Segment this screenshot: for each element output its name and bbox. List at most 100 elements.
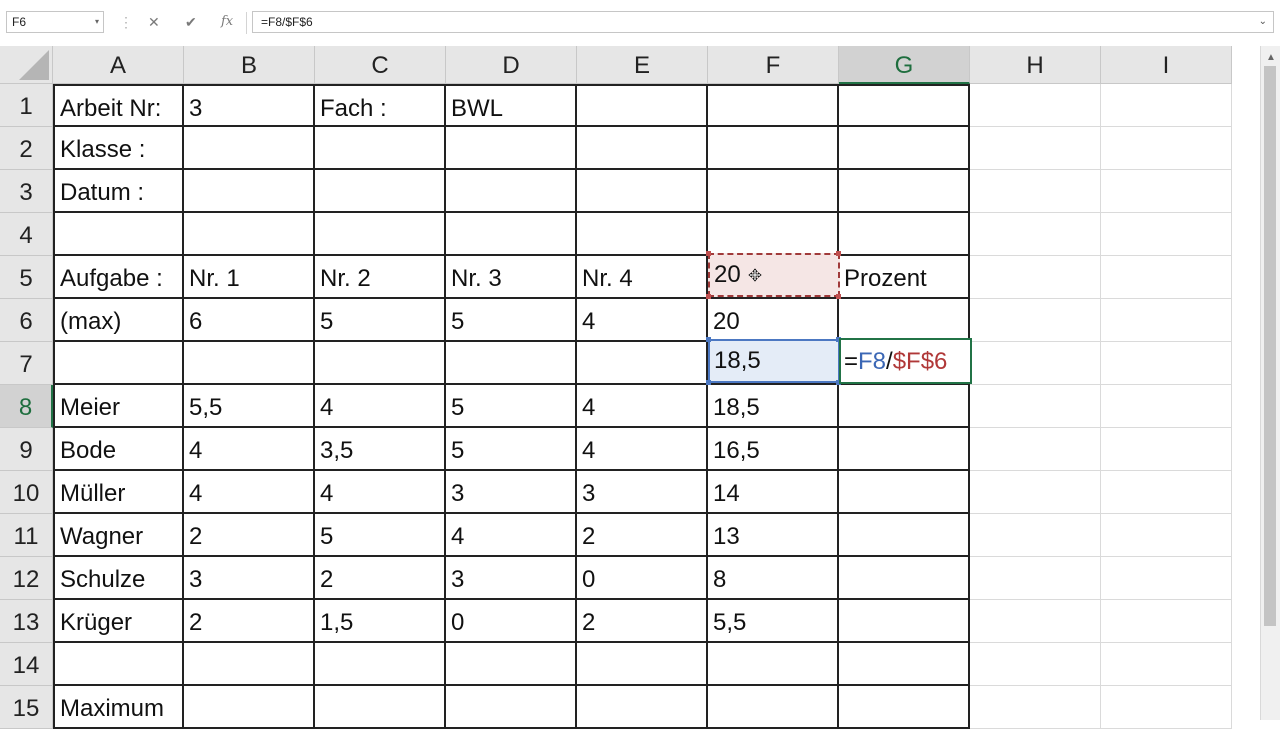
cell-b4[interactable]	[184, 213, 315, 256]
cell-b10[interactable]: 4	[184, 471, 315, 514]
column-header-c[interactable]: C	[315, 46, 446, 84]
cell-b13[interactable]: 2	[184, 600, 315, 643]
cell-g3[interactable]	[839, 170, 970, 213]
cell-h6[interactable]	[970, 299, 1101, 342]
cell-b6[interactable]: 6	[184, 299, 315, 342]
cell-e11[interactable]: 2	[577, 514, 708, 557]
cell-g4[interactable]	[839, 213, 970, 256]
column-header-e[interactable]: E	[577, 46, 708, 84]
cell-a4[interactable]	[53, 213, 184, 256]
cell-b5[interactable]: Nr. 1	[184, 256, 315, 299]
row-header-2[interactable]: 2	[0, 127, 53, 170]
cell-g12[interactable]	[839, 557, 970, 600]
cell-c10[interactable]: 4	[315, 471, 446, 514]
cell-h1[interactable]	[970, 84, 1101, 127]
cell-b2[interactable]	[184, 127, 315, 170]
cell-h14[interactable]	[970, 643, 1101, 686]
cell-i4[interactable]	[1101, 213, 1232, 256]
cell-c6[interactable]: 5	[315, 299, 446, 342]
row-header-13[interactable]: 13	[0, 600, 53, 643]
range-handle[interactable]	[836, 294, 841, 299]
cell-f10[interactable]: 14	[708, 471, 839, 514]
cell-a12[interactable]: Schulze	[53, 557, 184, 600]
cell-i6[interactable]	[1101, 299, 1232, 342]
row-header-10[interactable]: 10	[0, 471, 53, 514]
cell-i14[interactable]	[1101, 643, 1232, 686]
cell-h11[interactable]	[970, 514, 1101, 557]
cell-d7[interactable]	[446, 342, 577, 385]
row-header-3[interactable]: 3	[0, 170, 53, 213]
cell-h5[interactable]	[970, 256, 1101, 299]
select-all-corner[interactable]	[0, 46, 53, 84]
cell-h4[interactable]	[970, 213, 1101, 256]
cell-h7[interactable]	[970, 342, 1101, 385]
scrollbar-thumb[interactable]	[1264, 66, 1276, 626]
scroll-up-arrow-icon[interactable]: ▲	[1266, 52, 1276, 63]
cancel-icon[interactable]: ✕	[148, 13, 160, 31]
cell-i15[interactable]	[1101, 686, 1232, 729]
enter-icon[interactable]: ✔	[185, 13, 197, 31]
row-header-9[interactable]: 9	[0, 428, 53, 471]
cell-a13[interactable]: Krüger	[53, 600, 184, 643]
cell-b1[interactable]: 3	[184, 84, 315, 127]
cell-e4[interactable]	[577, 213, 708, 256]
range-handle[interactable]	[836, 251, 841, 256]
expand-formula-bar-icon[interactable]: ⌄	[1259, 12, 1267, 32]
cell-g5[interactable]: Prozent	[839, 256, 970, 299]
cell-c15[interactable]	[315, 686, 446, 729]
cell-h12[interactable]	[970, 557, 1101, 600]
row-header-12[interactable]: 12	[0, 557, 53, 600]
cell-i13[interactable]	[1101, 600, 1232, 643]
cell-a2[interactable]: Klasse :	[53, 127, 184, 170]
cell-h8[interactable]	[970, 385, 1101, 428]
cell-g8[interactable]	[839, 385, 970, 428]
row-header-8[interactable]: 8	[0, 385, 53, 428]
cell-i1[interactable]	[1101, 84, 1232, 127]
cell-c3[interactable]	[315, 170, 446, 213]
cell-a6[interactable]: (max)	[53, 299, 184, 342]
cell-i3[interactable]	[1101, 170, 1232, 213]
range-handle[interactable]	[706, 251, 711, 256]
column-header-g[interactable]: G	[839, 46, 970, 84]
range-handle[interactable]	[706, 337, 711, 342]
cell-d12[interactable]: 3	[446, 557, 577, 600]
cell-e10[interactable]: 3	[577, 471, 708, 514]
cell-c9[interactable]: 3,5	[315, 428, 446, 471]
cell-e5[interactable]: Nr. 4	[577, 256, 708, 299]
cell-b8[interactable]: 5,5	[184, 385, 315, 428]
cell-d15[interactable]	[446, 686, 577, 729]
cell-c14[interactable]	[315, 643, 446, 686]
cell-a10[interactable]: Müller	[53, 471, 184, 514]
cell-f11[interactable]: 13	[708, 514, 839, 557]
cell-a14[interactable]	[53, 643, 184, 686]
cell-e1[interactable]	[577, 84, 708, 127]
cell-e6[interactable]: 4	[577, 299, 708, 342]
cell-i5[interactable]	[1101, 256, 1232, 299]
cell-g10[interactable]	[839, 471, 970, 514]
cell-i11[interactable]	[1101, 514, 1232, 557]
cell-d14[interactable]	[446, 643, 577, 686]
cell-h2[interactable]	[970, 127, 1101, 170]
cell-d6[interactable]: 5	[446, 299, 577, 342]
cell-h3[interactable]	[970, 170, 1101, 213]
cell-f13[interactable]: 5,5	[708, 600, 839, 643]
cell-b7[interactable]	[184, 342, 315, 385]
cell-c12[interactable]: 2	[315, 557, 446, 600]
cell-d13[interactable]: 0	[446, 600, 577, 643]
column-header-d[interactable]: D	[446, 46, 577, 84]
row-header-6[interactable]: 6	[0, 299, 53, 342]
cell-e15[interactable]	[577, 686, 708, 729]
cell-c4[interactable]	[315, 213, 446, 256]
vertical-scrollbar[interactable]: ▲	[1260, 46, 1280, 720]
cell-g15[interactable]	[839, 686, 970, 729]
active-cell-formula[interactable]: =F8/$F$6	[844, 339, 947, 382]
cell-d4[interactable]	[446, 213, 577, 256]
cell-c2[interactable]	[315, 127, 446, 170]
cell-f15[interactable]	[708, 686, 839, 729]
cell-g2[interactable]	[839, 127, 970, 170]
insert-function-icon[interactable]: fx	[221, 13, 233, 31]
cell-e13[interactable]: 2	[577, 600, 708, 643]
cell-i7[interactable]	[1101, 342, 1232, 385]
cell-i8[interactable]	[1101, 385, 1232, 428]
cell-e9[interactable]: 4	[577, 428, 708, 471]
